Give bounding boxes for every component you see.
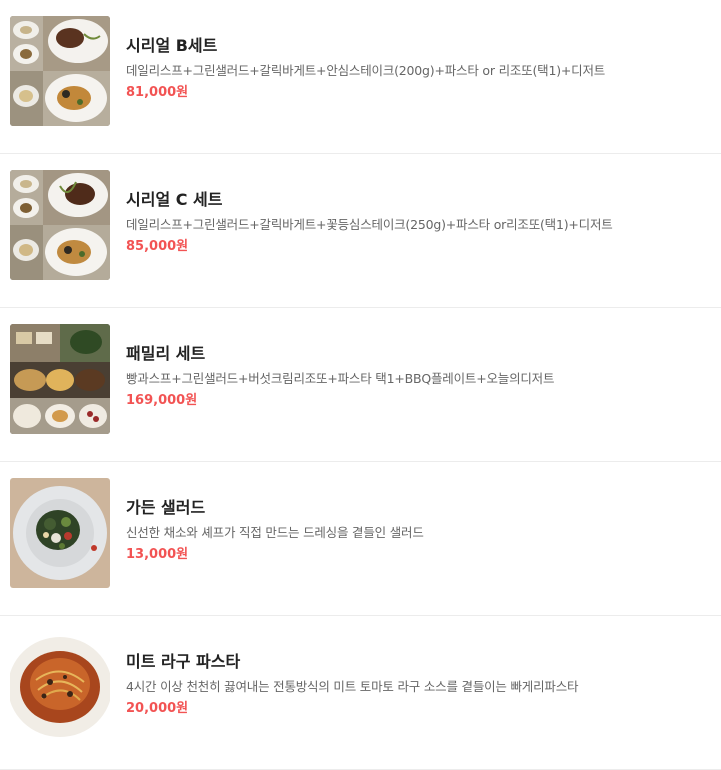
salad-photo-icon bbox=[10, 478, 110, 588]
menu-price: 81,000원 bbox=[126, 85, 189, 100]
set-course-photo-icon bbox=[10, 16, 110, 126]
menu-info: 시리얼 B세트 데일리스프+그린샐러드+갈릭바게트+안심스테이크(200g)+파… bbox=[126, 36, 711, 101]
menu-description: 빵과스프+그린샐러드+버섯크림리조또+파스타 택1+BBQ플레이트+오늘의디저트 bbox=[126, 371, 555, 386]
menu-description: 데일리스프+그린샐러드+갈릭바게트+안심스테이크(200g)+파스타 or 리조… bbox=[126, 63, 606, 78]
menu-description: 신선한 채소와 셰프가 직접 만드는 드레싱을 곁들인 샐러드 bbox=[126, 525, 424, 540]
menu-name: 시리얼 C 세트 bbox=[126, 190, 223, 209]
family-set-photo-icon bbox=[10, 324, 110, 434]
menu-name: 패밀리 세트 bbox=[126, 344, 206, 363]
menu-name: 미트 라구 파스타 bbox=[126, 652, 241, 671]
menu-description: 4시간 이상 천천히 끓여내는 전통방식의 미트 토마토 라구 소스를 곁들이는… bbox=[126, 679, 579, 694]
menu-price: 169,000원 bbox=[126, 393, 198, 408]
menu-info: 미트 라구 파스타 4시간 이상 천천히 끓여내는 전통방식의 미트 토마토 라… bbox=[126, 652, 711, 717]
menu-item-cereal-b-set[interactable]: 시리얼 B세트 데일리스프+그린샐러드+갈릭바게트+안심스테이크(200g)+파… bbox=[0, 0, 721, 154]
menu-item-meat-ragu-pasta[interactable]: 미트 라구 파스타 4시간 이상 천천히 끓여내는 전통방식의 미트 토마토 라… bbox=[0, 616, 721, 770]
menu-item-cereal-c-set[interactable]: 시리얼 C 세트 데일리스프+그린샐러드+갈릭바게트+꽃등심스테이크(250g)… bbox=[0, 154, 721, 308]
menu-description: 데일리스프+그린샐러드+갈릭바게트+꽃등심스테이크(250g)+파스타 or리조… bbox=[126, 217, 613, 232]
menu-item-family-set[interactable]: 패밀리 세트 빵과스프+그린샐러드+버섯크림리조또+파스타 택1+BBQ플레이트… bbox=[0, 308, 721, 462]
menu-info: 시리얼 C 세트 데일리스프+그린샐러드+갈릭바게트+꽃등심스테이크(250g)… bbox=[126, 190, 711, 255]
menu-list: 시리얼 B세트 데일리스프+그린샐러드+갈릭바게트+안심스테이크(200g)+파… bbox=[0, 0, 721, 770]
set-course-photo-icon bbox=[10, 170, 110, 280]
menu-price: 20,000원 bbox=[126, 701, 189, 716]
menu-info: 패밀리 세트 빵과스프+그린샐러드+버섯크림리조또+파스타 택1+BBQ플레이트… bbox=[126, 344, 711, 409]
menu-item-garden-salad[interactable]: 가든 샐러드 신선한 채소와 셰프가 직접 만드는 드레싱을 곁들인 샐러드 1… bbox=[0, 462, 721, 616]
menu-price: 13,000원 bbox=[126, 547, 189, 562]
pasta-photo-icon bbox=[10, 632, 110, 742]
menu-name: 가든 샐러드 bbox=[126, 498, 206, 517]
menu-info: 가든 샐러드 신선한 채소와 셰프가 직접 만드는 드레싱을 곁들인 샐러드 1… bbox=[126, 498, 711, 563]
menu-price: 85,000원 bbox=[126, 239, 189, 254]
menu-name: 시리얼 B세트 bbox=[126, 36, 218, 55]
